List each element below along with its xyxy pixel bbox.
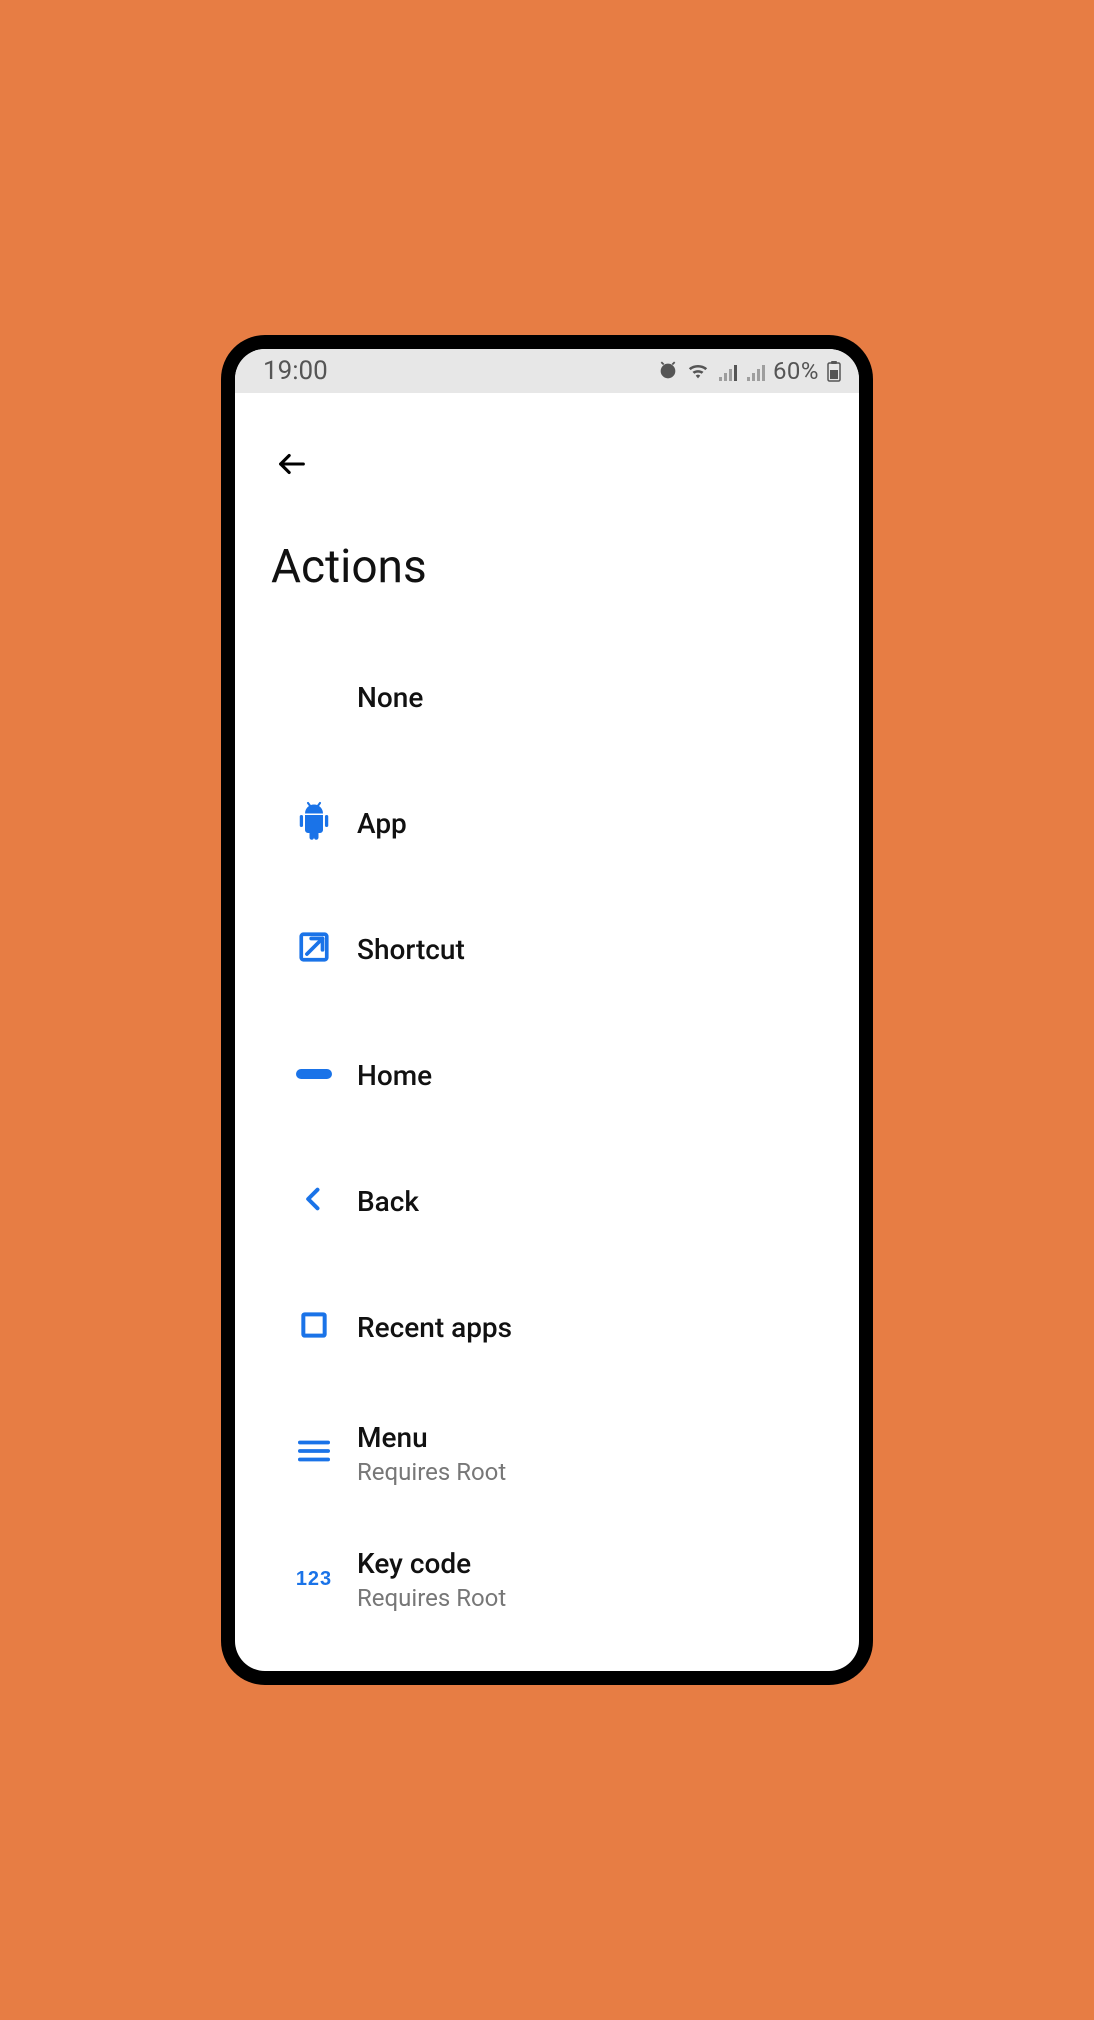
action-label: Key code xyxy=(357,1547,823,1580)
action-item-recent-apps[interactable]: Recent apps xyxy=(271,1264,823,1390)
toolbar xyxy=(271,423,823,518)
screen: 19:00 60% xyxy=(235,349,859,1671)
action-subtitle: Requires Root xyxy=(357,1458,823,1486)
action-item-app[interactable]: App xyxy=(271,760,823,886)
signal-1-icon xyxy=(717,361,737,381)
action-label: App xyxy=(357,807,823,840)
arrow-left-icon xyxy=(275,469,309,484)
device-frame: 19:00 60% xyxy=(221,335,873,1685)
status-time: 19:00 xyxy=(263,356,328,386)
action-item-home[interactable]: Home xyxy=(271,1012,823,1138)
action-item-none[interactable]: None xyxy=(271,634,823,760)
square-icon xyxy=(298,1309,330,1345)
android-icon xyxy=(296,801,332,845)
action-item-menu[interactable]: Menu Requires Root xyxy=(271,1390,823,1516)
app-content: Actions None xyxy=(235,393,859,1671)
action-label: Menu xyxy=(357,1421,823,1454)
action-item-shortcut[interactable]: Shortcut xyxy=(271,886,823,1012)
home-pill-icon xyxy=(294,1066,334,1085)
back-button[interactable] xyxy=(271,443,313,488)
action-item-key-code[interactable]: 123 Key code Requires Root xyxy=(271,1516,823,1642)
actions-list: None xyxy=(271,624,823,1642)
page-title: Actions xyxy=(271,518,823,624)
wifi-icon xyxy=(687,361,709,381)
status-bar: 19:00 60% xyxy=(235,349,859,393)
action-label: None xyxy=(357,681,823,714)
action-subtitle: Requires Root xyxy=(357,1584,823,1612)
alarm-icon xyxy=(657,360,679,382)
action-label: Recent apps xyxy=(357,1311,823,1344)
battery-percent: 60% xyxy=(773,357,819,385)
action-label: Back xyxy=(357,1185,823,1218)
action-label: Home xyxy=(357,1059,823,1092)
action-item-back[interactable]: Back xyxy=(271,1138,823,1264)
chevron-left-icon xyxy=(300,1182,328,1220)
status-right: 60% xyxy=(657,357,841,385)
keycode-icon: 123 xyxy=(296,1568,332,1591)
battery-icon xyxy=(827,360,841,382)
open-in-new-icon xyxy=(297,930,331,968)
action-label: Shortcut xyxy=(357,933,823,966)
menu-icon xyxy=(297,1438,331,1468)
signal-2-icon xyxy=(745,361,765,381)
